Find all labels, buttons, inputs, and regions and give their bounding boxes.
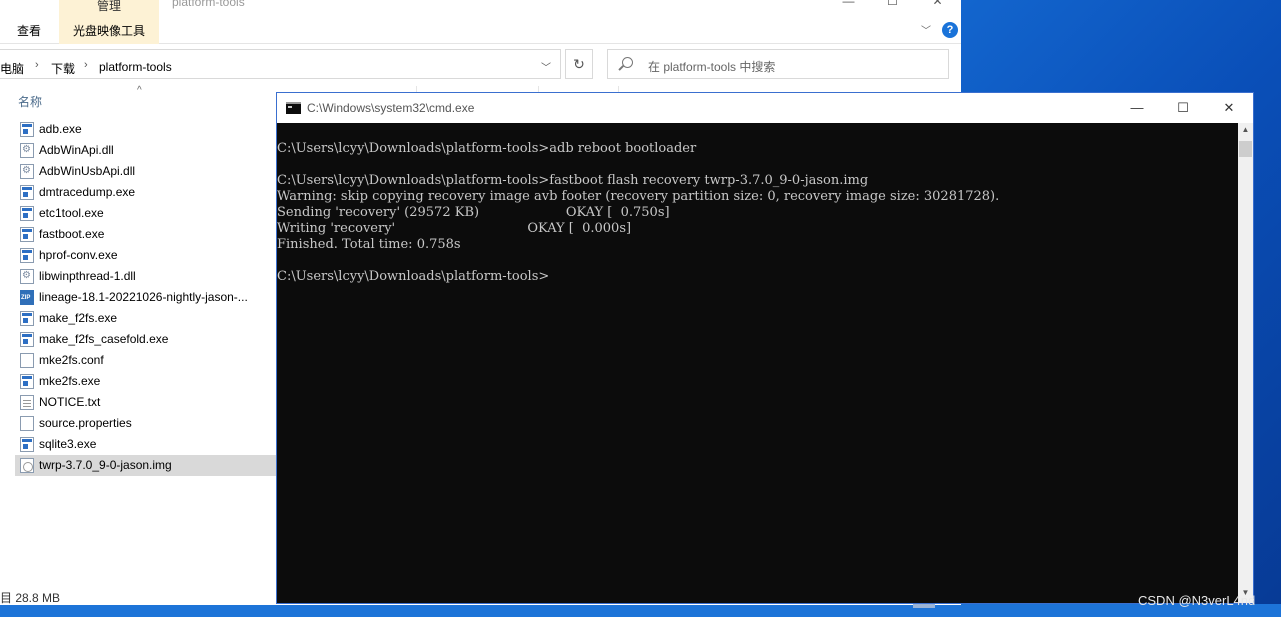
- scrollbar-thumb[interactable]: [1239, 141, 1252, 157]
- file-name: mke2fs.conf: [39, 353, 104, 367]
- file-name: twrp-3.7.0_9-0-jason.img: [39, 458, 172, 472]
- terminal-line: C:\Users\lcyy\Downloads\platform-tools>: [277, 269, 550, 284]
- file-list-item[interactable]: AdbWinUsbApi.dll: [15, 161, 277, 182]
- zip-icon: [20, 290, 34, 305]
- dll-icon: [20, 269, 34, 284]
- file-name: libwinpthread-1.dll: [39, 269, 136, 283]
- column-header-name[interactable]: 名称: [18, 93, 42, 110]
- window-title: platform-tools: [172, 0, 245, 9]
- sort-ascending-icon: ^: [137, 85, 142, 96]
- file-list-item[interactable]: source.properties: [15, 413, 277, 434]
- cmd-title-bar[interactable]: C:\Windows\system32\cmd.exe — ☐ ✕: [277, 93, 1253, 123]
- breadcrumb-this-pc[interactable]: 电脑: [0, 60, 24, 77]
- terminal-icon: [286, 102, 301, 114]
- cmd-window: C:\Windows\system32\cmd.exe — ☐ ✕ C:\Use…: [276, 92, 1254, 604]
- chevron-right-icon[interactable]: ›: [35, 59, 39, 71]
- file-name: fastboot.exe: [39, 227, 105, 241]
- taskbar-item[interactable]: [913, 604, 935, 608]
- exe-icon: [20, 122, 34, 137]
- file-name: lineage-18.1-20221026-nightly-jason-...: [39, 290, 248, 304]
- file-name: make_f2fs_casefold.exe: [39, 332, 169, 346]
- breadcrumb-platform-tools[interactable]: platform-tools: [99, 60, 172, 74]
- tab-disc-image-tools[interactable]: 光盘映像工具: [59, 22, 159, 39]
- disc-image-icon: [20, 458, 34, 473]
- search-input[interactable]: 在 platform-tools 中搜索: [607, 49, 949, 79]
- file-list-item[interactable]: dmtracedump.exe: [15, 182, 277, 203]
- file-list-item[interactable]: libwinpthread-1.dll: [15, 266, 277, 287]
- exe-icon: [20, 206, 34, 221]
- chevron-down-icon[interactable]: ﹀: [541, 59, 551, 74]
- address-row: 电脑 › 下载 › platform-tools ﹀ ↻ 在 platform-…: [0, 46, 961, 82]
- file-name: mke2fs.exe: [39, 374, 101, 388]
- exe-icon: [20, 248, 34, 263]
- watermark: CSDN @N3verL4nd: [1138, 593, 1256, 608]
- file-list-item[interactable]: lineage-18.1-20221026-nightly-jason-...: [15, 287, 277, 308]
- file-list-item[interactable]: sqlite3.exe: [15, 434, 277, 455]
- refresh-button[interactable]: ↻: [565, 49, 593, 79]
- file-list-item[interactable]: mke2fs.conf: [15, 350, 277, 371]
- file-list: adb.exe AdbWinApi.dll AdbWinUsbApi.dll dmtr…: [15, 119, 277, 476]
- cmd-close-button[interactable]: ✕: [1206, 97, 1252, 119]
- file-name: source.properties: [39, 416, 132, 430]
- status-bar: 目 28.8 MB: [0, 586, 280, 605]
- file-list-item[interactable]: etc1tool.exe: [15, 203, 277, 224]
- vertical-scrollbar[interactable]: ▲ ▼: [1238, 123, 1253, 603]
- exe-icon: [20, 437, 34, 452]
- file-list-item[interactable]: twrp-3.7.0_9-0-jason.img: [15, 455, 277, 476]
- file-name: make_f2fs.exe: [39, 311, 118, 325]
- terminal-line: C:\Users\lcyy\Downloads\platform-tools>a…: [277, 141, 697, 156]
- terminal-output[interactable]: C:\Users\lcyy\Downloads\platform-tools>a…: [277, 123, 1238, 603]
- file-name: AdbWinUsbApi.dll: [39, 164, 136, 178]
- dll-icon: [20, 143, 34, 158]
- file-name: etc1tool.exe: [39, 206, 104, 220]
- search-placeholder: 在 platform-tools 中搜索: [648, 60, 776, 74]
- chevron-right-icon[interactable]: ›: [84, 59, 88, 71]
- exe-icon: [20, 311, 34, 326]
- terminal-line: Warning: skip copying recovery image avb…: [277, 189, 1000, 204]
- cmd-minimize-button[interactable]: —: [1114, 97, 1160, 119]
- file-name: AdbWinApi.dll: [39, 143, 114, 157]
- terminal-line: Finished. Total time: 0.758s: [277, 237, 461, 252]
- search-icon: [622, 57, 633, 68]
- file-name: adb.exe: [39, 122, 82, 136]
- file-list-item[interactable]: make_f2fs.exe: [15, 308, 277, 329]
- file-name: hprof-conv.exe: [39, 248, 118, 262]
- cmd-title: C:\Windows\system32\cmd.exe: [307, 101, 475, 115]
- ribbon: 管理 光盘映像工具 查看 platform-tools — ☐ ✕ ﹀ ?: [0, 0, 961, 44]
- help-icon[interactable]: ?: [942, 22, 958, 38]
- chevron-down-icon[interactable]: ﹀: [921, 22, 931, 37]
- file-list-item[interactable]: make_f2fs_casefold.exe: [15, 329, 277, 350]
- file-icon: [20, 353, 34, 368]
- file-list-item[interactable]: AdbWinApi.dll: [15, 140, 277, 161]
- text-file-icon: [20, 395, 34, 410]
- address-bar[interactable]: 电脑 › 下载 › platform-tools ﹀: [0, 49, 561, 79]
- taskbar-strip: [0, 604, 1281, 617]
- minimize-button[interactable]: —: [826, 0, 871, 14]
- file-list-item[interactable]: hprof-conv.exe: [15, 245, 277, 266]
- terminal-line: Sending 'recovery' (29572 KB) OKAY [ 0.7…: [277, 205, 670, 220]
- file-name: NOTICE.txt: [39, 395, 101, 409]
- terminal-line: Writing 'recovery' OKAY [ 0.000s]: [277, 221, 632, 236]
- file-list-item[interactable]: fastboot.exe: [15, 224, 277, 245]
- scroll-up-arrow-icon[interactable]: ▲: [1238, 125, 1253, 134]
- file-name: dmtracedump.exe: [39, 185, 136, 199]
- close-button[interactable]: ✕: [915, 0, 960, 14]
- exe-icon: [20, 185, 34, 200]
- exe-icon: [20, 374, 34, 389]
- cmd-maximize-button[interactable]: ☐: [1160, 97, 1206, 119]
- file-icon: [20, 416, 34, 431]
- maximize-button[interactable]: ☐: [870, 0, 915, 14]
- terminal-line: C:\Users\lcyy\Downloads\platform-tools>f…: [277, 173, 869, 188]
- tab-manage[interactable]: 管理: [59, 0, 159, 14]
- dll-icon: [20, 164, 34, 179]
- exe-icon: [20, 332, 34, 347]
- file-list-item[interactable]: adb.exe: [15, 119, 277, 140]
- file-list-item[interactable]: mke2fs.exe: [15, 371, 277, 392]
- breadcrumb-downloads[interactable]: 下载: [51, 60, 75, 77]
- exe-icon: [20, 227, 34, 242]
- status-selection-size: 目 28.8 MB: [0, 591, 61, 605]
- file-list-item[interactable]: NOTICE.txt: [15, 392, 277, 413]
- tab-view[interactable]: 查看: [17, 22, 41, 39]
- file-name: sqlite3.exe: [39, 437, 97, 451]
